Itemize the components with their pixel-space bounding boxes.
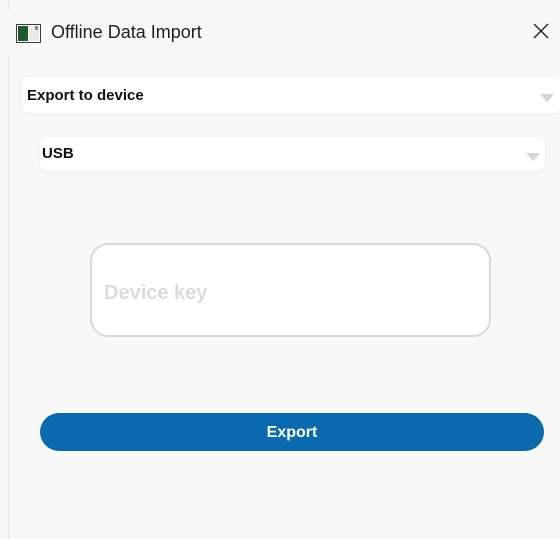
export-mode-select[interactable]: Export to device xyxy=(22,77,560,113)
export-button-label: Export xyxy=(266,424,318,441)
app-window-icon xyxy=(16,24,41,43)
close-icon xyxy=(533,23,549,44)
transport-select[interactable]: USB xyxy=(40,137,545,171)
close-button[interactable] xyxy=(522,14,560,52)
export-button[interactable]: Export xyxy=(40,413,544,451)
transport-value: USB xyxy=(42,145,74,162)
export-mode-value: Export to device xyxy=(27,87,144,104)
chevron-down-icon xyxy=(526,153,540,161)
title-bar: Offline Data Import xyxy=(0,10,560,56)
offline-data-import-window: Offline Data Import Export to device USB… xyxy=(0,0,560,539)
device-key-input[interactable]: Device key xyxy=(90,243,491,337)
window-edge xyxy=(8,0,9,539)
window-title: Offline Data Import xyxy=(51,22,202,42)
chevron-down-icon xyxy=(540,94,554,102)
device-key-placeholder: Device key xyxy=(104,282,208,304)
